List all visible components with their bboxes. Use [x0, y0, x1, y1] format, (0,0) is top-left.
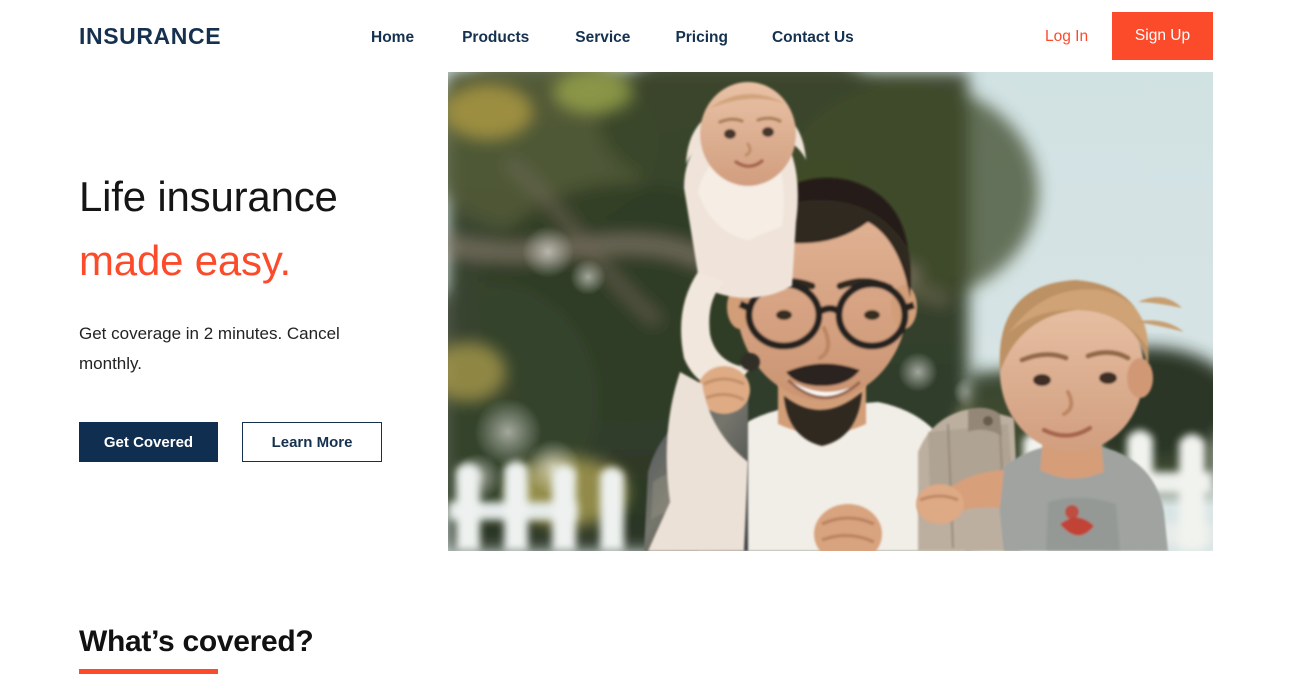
hero-title: Life insurance made easy. — [79, 165, 419, 293]
learn-more-button[interactable]: Learn More — [242, 422, 382, 462]
nav-item-contact-us[interactable]: Contact Us — [772, 27, 854, 49]
sign-up-button[interactable]: Sign Up — [1112, 12, 1213, 60]
hero-title-line-1: Life insurance — [79, 173, 338, 220]
primary-navigation: Home Products Service Pricing Contact Us — [371, 27, 854, 49]
whats-covered-section: What’s covered? — [79, 622, 314, 674]
log-in-link[interactable]: Log In — [1045, 26, 1088, 48]
brand-logo[interactable]: INSURANCE — [79, 22, 221, 50]
hero-text-column: Life insurance made easy. Get coverage i… — [79, 165, 419, 462]
landing-page: INSURANCE Home Products Service Pricing … — [0, 0, 1294, 694]
site-header: INSURANCE Home Products Service Pricing … — [0, 0, 1294, 72]
nav-item-service[interactable]: Service — [575, 27, 630, 49]
hero-title-line-2: made easy. — [79, 237, 291, 284]
nav-item-home[interactable]: Home — [371, 27, 414, 49]
hero-cta-group: Get Covered Learn More — [79, 422, 419, 462]
nav-item-products[interactable]: Products — [462, 27, 529, 49]
hero-photo — [448, 72, 1213, 551]
section-title: What’s covered? — [79, 625, 314, 658]
section-title-underline — [79, 669, 218, 674]
hero-subtitle: Get coverage in 2 minutes. Cancel monthl… — [79, 324, 340, 373]
hero-photo-illustration — [448, 72, 1213, 551]
get-covered-button[interactable]: Get Covered — [79, 422, 218, 462]
nav-item-pricing[interactable]: Pricing — [675, 27, 728, 49]
